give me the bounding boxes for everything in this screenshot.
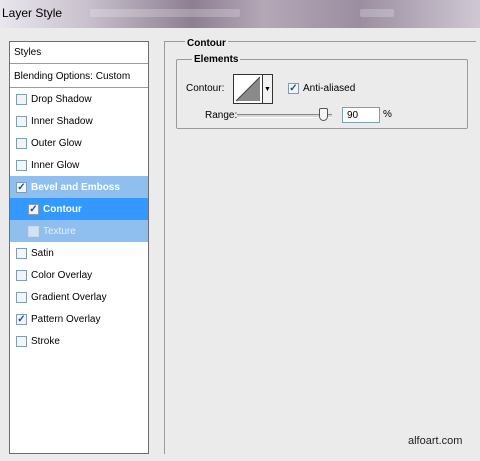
gradient-overlay-checkbox[interactable] (16, 291, 27, 303)
style-item-label: Contour (43, 203, 82, 215)
contour-dropdown-button[interactable]: ▼ (262, 74, 273, 104)
style-item-outer-glow[interactable]: Outer Glow (10, 132, 148, 154)
inner-shadow-checkbox[interactable] (16, 115, 27, 127)
style-item-texture[interactable]: Texture (10, 220, 148, 242)
style-item-label: Outer Glow (31, 137, 82, 149)
window-title: Layer Style (2, 6, 63, 20)
styles-list: Styles Blending Options: Custom Drop Sha… (9, 41, 149, 454)
anti-aliased-checkbox[interactable] (288, 83, 299, 94)
texture-checkbox[interactable] (28, 225, 39, 237)
contour-curve-icon (235, 76, 261, 102)
contour-label: Contour: (186, 83, 225, 94)
range-slider-track[interactable] (237, 114, 332, 118)
style-item-color-overlay[interactable]: Color Overlay (10, 264, 148, 286)
style-item-satin[interactable]: Satin (10, 242, 148, 264)
watermark: alfoart.com (408, 435, 463, 447)
style-item-label: Gradient Overlay (31, 291, 107, 303)
pattern-overlay-checkbox[interactable] (16, 313, 27, 325)
range-value-input[interactable]: 90 (342, 107, 380, 123)
contour-curve-preview[interactable] (233, 74, 263, 104)
range-label: Range: (205, 110, 238, 121)
elements-group-title: Elements (192, 54, 241, 65)
drop-shadow-checkbox[interactable] (16, 93, 27, 105)
bevel-and-emboss-checkbox[interactable] (16, 181, 27, 193)
style-item-label: Texture (43, 225, 76, 237)
style-item-label: Satin (31, 247, 54, 259)
style-item-bevel-and-emboss[interactable]: Bevel and Emboss (10, 176, 148, 198)
panel-title: Contour (185, 38, 228, 49)
style-item-pattern-overlay[interactable]: Pattern Overlay (10, 308, 148, 330)
style-item-inner-glow[interactable]: Inner Glow (10, 154, 148, 176)
title-bar-blurred-content (90, 9, 240, 17)
inner-glow-checkbox[interactable] (16, 159, 27, 171)
style-item-label: Color Overlay (31, 269, 93, 281)
satin-checkbox[interactable] (16, 247, 27, 259)
style-item-drop-shadow[interactable]: Drop Shadow (10, 88, 148, 110)
style-item-label: Pattern Overlay (31, 313, 101, 325)
range-slider-thumb[interactable] (319, 108, 328, 121)
style-item-label: Drop Shadow (31, 93, 92, 105)
blending-options-item[interactable]: Blending Options: Custom (10, 66, 148, 88)
style-item-label: Stroke (31, 335, 60, 347)
style-item-inner-shadow[interactable]: Inner Shadow (10, 110, 148, 132)
style-item-label: Bevel and Emboss (31, 181, 120, 193)
style-item-gradient-overlay[interactable]: Gradient Overlay (10, 286, 148, 308)
color-overlay-checkbox[interactable] (16, 269, 27, 281)
range-unit: % (383, 109, 392, 120)
styles-header[interactable]: Styles (10, 42, 148, 64)
outer-glow-checkbox[interactable] (16, 137, 27, 149)
stroke-checkbox[interactable] (16, 335, 27, 347)
style-item-contour[interactable]: Contour (10, 198, 148, 220)
anti-aliased-label: Anti-aliased (303, 83, 356, 94)
style-item-label: Inner Glow (31, 159, 80, 171)
title-bar-blurred-content (360, 9, 394, 17)
chevron-down-icon: ▼ (264, 85, 271, 93)
title-bar: Layer Style (0, 0, 480, 28)
style-item-label: Inner Shadow (31, 115, 93, 127)
contour-checkbox[interactable] (28, 203, 39, 215)
style-item-stroke[interactable]: Stroke (10, 330, 148, 352)
